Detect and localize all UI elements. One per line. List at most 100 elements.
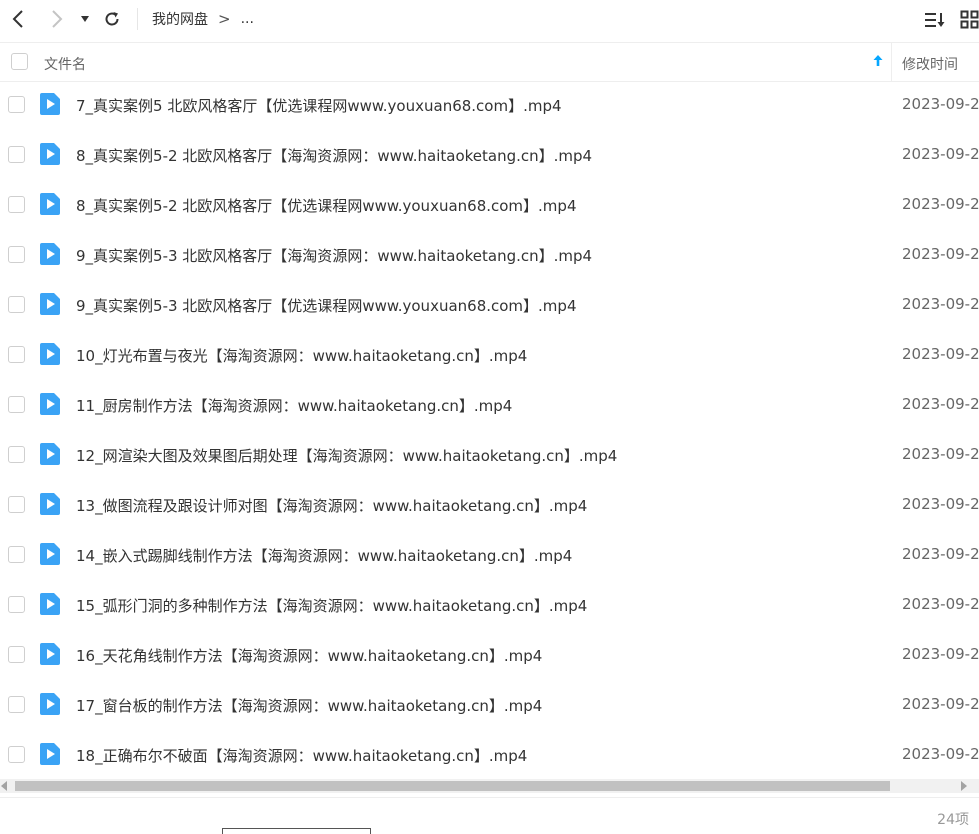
row-checkbox[interactable]	[8, 346, 25, 363]
row-checkbox[interactable]	[8, 446, 25, 463]
bottom-panel-edge	[222, 828, 371, 834]
select-all-checkbox[interactable]	[11, 53, 28, 70]
file-row[interactable]: 7_真实案例5 北欧风格客厅【优选课程网www.youxuan68.com】.m…	[0, 80, 979, 130]
breadcrumb-more[interactable]: ...	[241, 11, 254, 27]
file-row[interactable]: 16_天花角线制作方法【海淘资源网：www.haitaoketang.cn】.m…	[0, 630, 979, 680]
file-name[interactable]: 12_网渲染大图及效果图后期处理【海淘资源网：www.haitaoketang.…	[76, 445, 617, 466]
file-name[interactable]: 15_弧形门洞的多种制作方法【海淘资源网：www.haitaoketang.cn…	[76, 595, 587, 616]
chevron-right-icon	[52, 10, 63, 28]
file-name[interactable]: 14_嵌入式踢脚线制作方法【海淘资源网：www.haitaoketang.cn】…	[76, 545, 572, 566]
file-row[interactable]: 11_厨房制作方法【海淘资源网：www.haitaoketang.cn】.mp4…	[0, 380, 979, 430]
refresh-button[interactable]	[99, 6, 125, 32]
file-date: 2023-09-2	[902, 145, 979, 163]
file-name[interactable]: 11_厨房制作方法【海淘资源网：www.haitaoketang.cn】.mp4	[76, 395, 512, 416]
file-date: 2023-09-2	[902, 495, 979, 513]
scrollbar-thumb[interactable]	[15, 781, 890, 791]
video-play-icon	[40, 243, 60, 265]
toolbar-divider	[137, 8, 138, 30]
file-row[interactable]: 18_正确布尔不破面【海淘资源网：www.haitaoketang.cn】.mp…	[0, 730, 979, 780]
file-date: 2023-09-2	[902, 645, 979, 663]
grid-view-button[interactable]	[958, 8, 979, 32]
video-play-icon	[40, 193, 60, 215]
row-checkbox[interactable]	[8, 496, 25, 513]
scroll-right-arrow-icon[interactable]	[961, 781, 967, 791]
file-row[interactable]: 8_真实案例5-2 北欧风格客厅【优选课程网www.youxuan68.com】…	[0, 180, 979, 230]
file-name[interactable]: 9_真实案例5-3 北欧风格客厅【海淘资源网：www.haitaoketang.…	[76, 245, 592, 266]
scroll-left-arrow-icon[interactable]	[1, 781, 7, 791]
video-play-icon	[40, 593, 60, 615]
file-row[interactable]: 13_做图流程及跟设计师对图【海淘资源网：www.haitaoketang.cn…	[0, 480, 979, 530]
file-row[interactable]: 12_网渲染大图及效果图后期处理【海淘资源网：www.haitaoketang.…	[0, 430, 979, 480]
row-checkbox[interactable]	[8, 646, 25, 663]
file-date: 2023-09-2	[902, 445, 979, 463]
row-checkbox[interactable]	[8, 146, 25, 163]
chevron-left-icon	[12, 10, 23, 28]
file-list: 7_真实案例5 北欧风格客厅【优选课程网www.youxuan68.com】.m…	[0, 80, 979, 780]
file-date: 2023-09-2	[902, 395, 979, 413]
file-date: 2023-09-2	[902, 545, 979, 563]
file-name[interactable]: 9_真实案例5-3 北欧风格客厅【优选课程网www.youxuan68.com】…	[76, 295, 577, 316]
video-play-icon	[40, 293, 60, 315]
video-play-icon	[40, 443, 60, 465]
file-row[interactable]: 8_真实案例5-2 北欧风格客厅【海淘资源网：www.haitaoketang.…	[0, 130, 979, 180]
file-row[interactable]: 17_窗台板的制作方法【海淘资源网：www.haitaoketang.cn】.m…	[0, 680, 979, 730]
video-play-icon	[40, 543, 60, 565]
breadcrumb-root[interactable]: 我的网盘	[152, 9, 208, 29]
horizontal-scrollbar[interactable]	[0, 779, 979, 793]
column-divider[interactable]	[891, 43, 892, 81]
file-name[interactable]: 17_窗台板的制作方法【海淘资源网：www.haitaoketang.cn】.m…	[76, 695, 542, 716]
row-checkbox[interactable]	[8, 696, 25, 713]
refresh-icon	[105, 12, 119, 26]
row-checkbox[interactable]	[8, 596, 25, 613]
file-date: 2023-09-2	[902, 345, 979, 363]
breadcrumb: 我的网盘 > ...	[152, 9, 254, 29]
row-checkbox[interactable]	[8, 546, 25, 563]
file-date: 2023-09-2	[902, 195, 979, 213]
breadcrumb-separator: >	[218, 10, 231, 28]
video-play-icon	[40, 493, 60, 515]
back-button[interactable]	[5, 6, 31, 32]
forward-button[interactable]	[44, 6, 70, 32]
file-row[interactable]: 10_灯光布置与夜光【海淘资源网：www.haitaoketang.cn】.mp…	[0, 330, 979, 380]
file-date: 2023-09-2	[902, 95, 979, 113]
file-date: 2023-09-2	[902, 595, 979, 613]
video-play-icon	[40, 343, 60, 365]
file-date: 2023-09-2	[902, 245, 979, 263]
row-checkbox[interactable]	[8, 196, 25, 213]
row-checkbox[interactable]	[8, 746, 25, 763]
sort-button[interactable]	[923, 8, 947, 32]
row-checkbox[interactable]	[8, 246, 25, 263]
arrow-up-icon[interactable]	[872, 53, 884, 69]
file-name[interactable]: 16_天花角线制作方法【海淘资源网：www.haitaoketang.cn】.m…	[76, 645, 542, 666]
file-name[interactable]: 10_灯光布置与夜光【海淘资源网：www.haitaoketang.cn】.mp…	[76, 345, 527, 366]
video-play-icon	[40, 393, 60, 415]
caret-down-icon	[81, 16, 89, 22]
file-row[interactable]: 9_真实案例5-3 北欧风格客厅【优选课程网www.youxuan68.com】…	[0, 280, 979, 330]
video-play-icon	[40, 743, 60, 765]
file-row[interactable]: 15_弧形门洞的多种制作方法【海淘资源网：www.haitaoketang.cn…	[0, 580, 979, 630]
column-header: 文件名 修改时间	[0, 42, 979, 82]
file-name[interactable]: 13_做图流程及跟设计师对图【海淘资源网：www.haitaoketang.cn…	[76, 495, 587, 516]
file-name[interactable]: 7_真实案例5 北欧风格客厅【优选课程网www.youxuan68.com】.m…	[76, 95, 562, 116]
video-play-icon	[40, 693, 60, 715]
file-date: 2023-09-2	[902, 295, 979, 313]
name-column-header[interactable]: 文件名	[44, 54, 86, 74]
file-row[interactable]: 9_真实案例5-3 北欧风格客厅【海淘资源网：www.haitaoketang.…	[0, 230, 979, 280]
row-checkbox[interactable]	[8, 296, 25, 313]
row-checkbox[interactable]	[8, 396, 25, 413]
item-count: 24项	[937, 812, 969, 828]
video-play-icon	[40, 643, 60, 665]
video-play-icon	[40, 143, 60, 165]
footer-divider	[0, 797, 979, 798]
toolbar: 我的网盘 > ...	[0, 0, 979, 40]
file-row[interactable]: 14_嵌入式踢脚线制作方法【海淘资源网：www.haitaoketang.cn】…	[0, 530, 979, 580]
video-play-icon	[40, 93, 60, 115]
history-dropdown-button[interactable]	[74, 6, 96, 32]
file-date: 2023-09-2	[902, 695, 979, 713]
row-checkbox[interactable]	[8, 96, 25, 113]
file-name[interactable]: 8_真实案例5-2 北欧风格客厅【海淘资源网：www.haitaoketang.…	[76, 145, 592, 166]
file-date: 2023-09-2	[902, 745, 979, 763]
file-name[interactable]: 18_正确布尔不破面【海淘资源网：www.haitaoketang.cn】.mp…	[76, 745, 527, 766]
date-column-header[interactable]: 修改时间	[902, 54, 958, 74]
file-name[interactable]: 8_真实案例5-2 北欧风格客厅【优选课程网www.youxuan68.com】…	[76, 195, 577, 216]
